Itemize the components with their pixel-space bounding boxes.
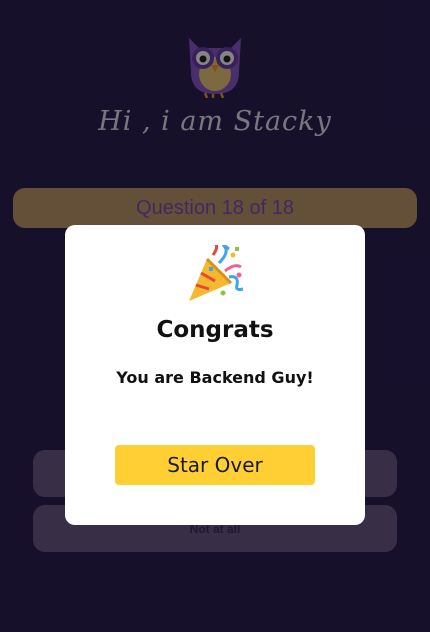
start-over-button[interactable]: Star Over	[115, 445, 315, 485]
party-popper-icon	[185, 241, 245, 305]
result-modal: Congrats You are Backend Guy! Star Over	[65, 225, 365, 525]
modal-title: Congrats	[156, 317, 274, 343]
result-message: You are Backend Guy!	[116, 368, 314, 387]
